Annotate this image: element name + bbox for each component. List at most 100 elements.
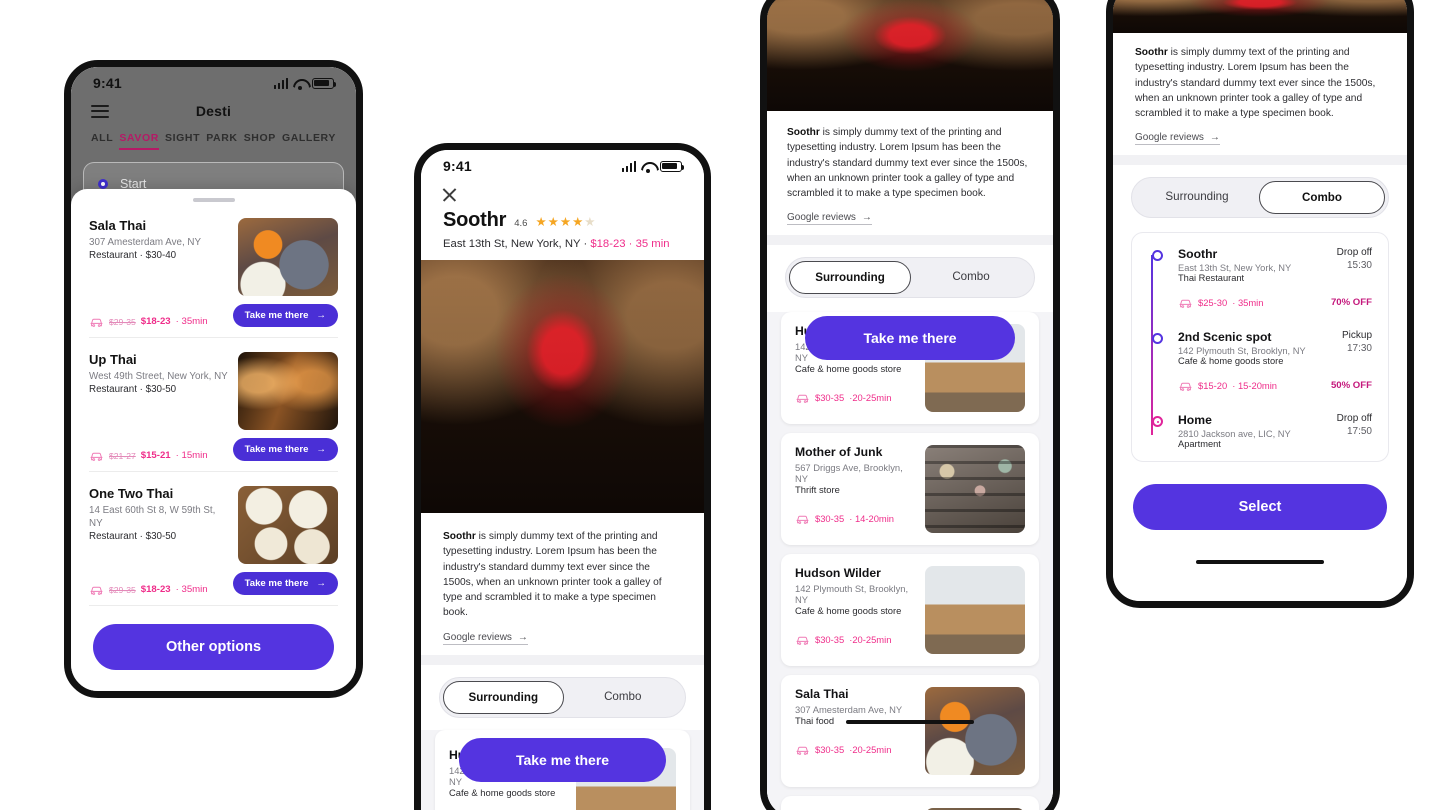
segment-surrounding[interactable]: Surrounding: [1135, 181, 1259, 214]
tab-park[interactable]: PARK: [206, 132, 237, 150]
stop-name: Home: [1178, 413, 1212, 428]
take-me-there-button[interactable]: Take me there →: [232, 572, 338, 595]
google-reviews-link[interactable]: Google reviews →: [1135, 132, 1220, 146]
stop-category: Cafe & home goods store: [1178, 356, 1284, 367]
place-info: One Two Thai 14 East 60th St 8, W 59th S…: [89, 486, 228, 595]
list-item[interactable]: Sala Thai 307 Amesterdam Ave, NY Thai fo…: [781, 675, 1039, 788]
list-item[interactable]: Up Thai West 49th Street, New York, NY R…: [89, 338, 338, 472]
tab-sight[interactable]: SIGHT: [165, 132, 200, 150]
segment-combo[interactable]: Combo: [564, 681, 683, 714]
segment-combo[interactable]: Combo: [1259, 181, 1385, 215]
take-me-there-button[interactable]: Take me there →: [232, 304, 338, 327]
list-item[interactable]: Sala Thai 307 Amesterdam Ave, NY Restaur…: [89, 204, 338, 338]
google-reviews-link[interactable]: Google reviews →: [787, 212, 872, 226]
close-icon[interactable]: [441, 186, 458, 203]
segment-surrounding[interactable]: Surrounding: [443, 680, 564, 714]
place-duration: · 35min: [175, 316, 208, 327]
itinerary-stop[interactable]: 2nd Scenic spot 142 Plymouth St, Brookly…: [1148, 330, 1372, 391]
take-me-there-label: Take me there: [244, 578, 309, 589]
place-fare-row: $30-35 ·20-25min: [795, 744, 915, 755]
surrounding-list: Hudson Wilder 142 Plymouth St, Brooklyn,…: [767, 312, 1053, 810]
list-item[interactable]: One Two Thai 14 East 60th St 8, W 59th S…: [89, 472, 338, 606]
description-body: is simply dummy text of the printing and…: [443, 531, 662, 619]
select-button[interactable]: Select: [1133, 484, 1387, 531]
tab-savor[interactable]: SAVOR: [119, 132, 159, 150]
mode-segmented-control: Surrounding Combo: [1131, 177, 1389, 219]
take-me-there-button[interactable]: Take me there →: [232, 438, 338, 461]
segment-surrounding[interactable]: Surrounding: [789, 261, 911, 295]
place-duration: ·20-25min: [849, 744, 892, 756]
itinerary-stop[interactable]: Soothr East 13th St, New York, NY Thai R…: [1148, 247, 1372, 308]
place-thumbnail[interactable]: [238, 352, 338, 430]
stop-info: 2nd Scenic spot 142 Plymouth St, Brookly…: [1178, 330, 1306, 366]
battery-icon: [312, 77, 337, 89]
place-price: $30-35: [815, 513, 845, 525]
list-item[interactable]: Hudson Wilder 142 Plymouth St, Brooklyn,…: [781, 554, 1039, 667]
itinerary-card: Soothr East 13th St, New York, NY Thai R…: [1131, 232, 1389, 463]
close-button-wrap: [421, 176, 704, 205]
stop-address: 2810 Jackson ave, LIC, NY: [1178, 429, 1291, 440]
stop-name: 2nd Scenic spot: [1178, 330, 1272, 345]
take-me-there-label: Take me there: [244, 444, 309, 455]
place-address: 307 Amesterdam Ave, NY: [89, 237, 201, 248]
timeline-node-icon: [1152, 333, 1163, 345]
other-options-button[interactable]: Other options: [93, 624, 334, 670]
place-description: Soothr is simply dummy text of the print…: [767, 111, 1053, 235]
place-category: Restaurant · $30-50: [89, 531, 177, 543]
take-me-there-button[interactable]: Take me there: [805, 316, 1015, 361]
place-fare-row: $21-27 $15-21 · 15min: [89, 450, 228, 461]
google-reviews-link[interactable]: Google reviews →: [443, 632, 528, 645]
place-thumbnail[interactable]: [925, 445, 1025, 534]
arrow-right-icon: →: [861, 212, 872, 224]
place-name: Mother of Junk: [795, 445, 883, 460]
description-text: Soothr is simply dummy text of the print…: [1135, 45, 1385, 121]
stop-fare-row: $15-20 · 15-20min 50% OFF: [1178, 380, 1372, 391]
stop-kind: Drop off: [1336, 413, 1372, 425]
place-thumbnail[interactable]: [925, 566, 1025, 655]
car-icon: [90, 452, 103, 461]
itinerary-stop[interactable]: Home 2810 Jackson ave, LIC, NY Apartment…: [1148, 413, 1372, 449]
place-subtitle-price: $18-23 · 35 min: [590, 238, 670, 250]
place-thumbnail[interactable]: [238, 218, 338, 296]
car-icon: [796, 747, 809, 756]
sheet-footer: Other options: [71, 606, 356, 691]
arrow-right-icon: →: [1209, 132, 1220, 144]
phone-3-screen: Soothr is simply dummy text of the print…: [767, 0, 1053, 810]
place-description: Soothr is simply dummy text of the print…: [1113, 33, 1407, 155]
take-me-there-label: Take me there: [244, 310, 309, 321]
place-thumbnail[interactable]: [925, 687, 1025, 776]
origin-dot-icon: [98, 179, 108, 189]
place-title: Soothr: [443, 209, 507, 231]
description-body: is simply dummy text of the printing and…: [1135, 47, 1376, 120]
place-category: Restaurant · $30-50: [89, 384, 177, 396]
place-list: Sala Thai 307 Amesterdam Ave, NY Restaur…: [71, 204, 356, 606]
place-thumbnail[interactable]: [238, 486, 338, 564]
stop-time: 15:30: [1346, 260, 1372, 272]
stop-info: Home 2810 Jackson ave, LIC, NY Apartment: [1178, 413, 1291, 449]
place-price: $18-23: [140, 316, 171, 327]
place-name: Sala Thai: [89, 218, 147, 233]
stop-schedule: Drop off 17:50: [1337, 413, 1372, 437]
stop-time: 17:30: [1346, 343, 1372, 355]
stop-address: East 13th St, New York, NY: [1178, 263, 1292, 274]
phone-1-top-overlay: 9:41 Desti ALL SAVOR SIGHT PARK SHOP GAL…: [71, 67, 356, 206]
tab-gallery[interactable]: GALLERY: [282, 132, 336, 150]
place-category: Cafe & home goods store: [795, 363, 902, 375]
stop-time: 17:50: [1346, 426, 1372, 438]
place-old-price: $21-27: [109, 450, 136, 461]
place-media: Take me there →: [232, 352, 338, 461]
segment-combo[interactable]: Combo: [911, 261, 1031, 294]
place-address: 307 Amesterdam Ave, NY: [795, 704, 903, 716]
tab-shop[interactable]: SHOP: [244, 132, 276, 150]
list-item[interactable]: Mother of Junk 567 Driggs Ave, Brooklyn,…: [781, 433, 1039, 546]
list-item[interactable]: Sam Woo Jung 138 W 32nd St, NY Korean fo…: [781, 796, 1039, 810]
place-name: Sala Thai: [795, 687, 849, 702]
place-hero-image: [1113, 0, 1407, 33]
stop-fare: $25-30 · 35min: [1178, 297, 1263, 308]
description-text: Soothr is simply dummy text of the print…: [443, 529, 682, 621]
place-price: $30-35: [815, 392, 845, 404]
sheet-grabber[interactable]: [192, 198, 235, 202]
take-me-there-button[interactable]: Take me there: [459, 737, 666, 782]
tab-all[interactable]: ALL: [91, 132, 113, 150]
category-tabs: ALL SAVOR SIGHT PARK SHOP GALLERY: [71, 127, 356, 150]
